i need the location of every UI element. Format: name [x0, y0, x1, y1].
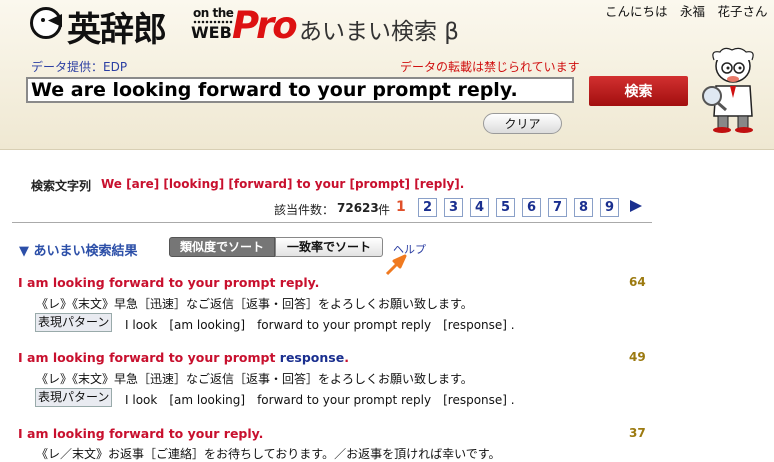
- pagination-current-page: 1: [396, 199, 406, 215]
- clear-button[interactable]: クリア: [483, 113, 562, 134]
- pattern-tag[interactable]: 表現パターン: [35, 313, 113, 332]
- sort-by-similarity-button[interactable]: 類似度でソート: [169, 237, 275, 257]
- result-japanese: 《レ》《末文》早急［迅速］なご返信［返事・回答］をよろしくお願い致します。: [36, 297, 473, 311]
- result-pattern: I look [am looking] forward to your prom…: [125, 318, 515, 332]
- pagination-page-link[interactable]: 7: [548, 198, 567, 217]
- logo-pro: Pro: [232, 4, 298, 47]
- result-count-value: 72623: [337, 201, 379, 215]
- results-heading[interactable]: ▼ あいまい検索結果: [19, 240, 138, 259]
- search-input[interactable]: [26, 77, 574, 103]
- result-japanese: 《レ》《末文》早急［迅速］なご返信［返事・回答］をよろしくお願い致します。: [36, 372, 473, 386]
- result-count-label: 該当件数：: [274, 203, 335, 217]
- result-score: 49: [629, 350, 646, 364]
- result-title[interactable]: I am looking forward to your prompt repl…: [18, 275, 319, 290]
- user-greeting: こんにちは 永福 花子さん: [605, 4, 768, 19]
- data-provider-label: データ提供：EDP: [31, 60, 128, 74]
- result-title[interactable]: I am looking forward to your prompt resp…: [18, 350, 349, 365]
- search-button[interactable]: 検索: [589, 76, 688, 106]
- pagination-page-link[interactable]: 6: [522, 198, 541, 217]
- pagination-page-link[interactable]: 5: [496, 198, 515, 217]
- query-label: 検索文字列: [31, 179, 92, 193]
- pattern-tag[interactable]: 表現パターン: [35, 388, 113, 407]
- logo-title: 英辞郎: [67, 10, 167, 50]
- pagination-page-link[interactable]: 3: [444, 198, 463, 217]
- next-page-icon[interactable]: [630, 200, 642, 212]
- result-title[interactable]: I am looking forward to your reply.: [18, 426, 263, 441]
- divider: [12, 222, 652, 223]
- result-japanese: 《レ／末文》お返事［ご連絡］をお待ちしております。／お返事を頂ければ幸いです。: [36, 447, 501, 461]
- result-pattern: I look [am looking] forward to your prom…: [125, 393, 515, 407]
- logo-face-icon: [30, 7, 62, 39]
- copyright-notice: データの転載は禁じられています: [400, 60, 580, 74]
- query-text: We [are] [looking] [forward] to your [pr…: [101, 177, 465, 191]
- result-score: 37: [629, 426, 646, 440]
- pagination-page-link[interactable]: 4: [470, 198, 489, 217]
- logo-on-the: on the: [193, 6, 234, 20]
- result-count-unit: 件: [378, 203, 391, 217]
- pointer-arrow-icon: [385, 254, 407, 276]
- sort-by-match-rate-button[interactable]: 一致率でソート: [275, 237, 383, 257]
- pagination-page-link[interactable]: 2: [418, 198, 437, 217]
- logo-web: WEB: [191, 23, 232, 42]
- logo-subtitle: あいまい検索 β: [299, 19, 459, 45]
- pagination-page-link[interactable]: 8: [574, 198, 593, 217]
- mascot-professor-icon: [702, 47, 754, 133]
- pagination-page-link[interactable]: 9: [600, 198, 619, 217]
- result-score: 64: [629, 275, 646, 289]
